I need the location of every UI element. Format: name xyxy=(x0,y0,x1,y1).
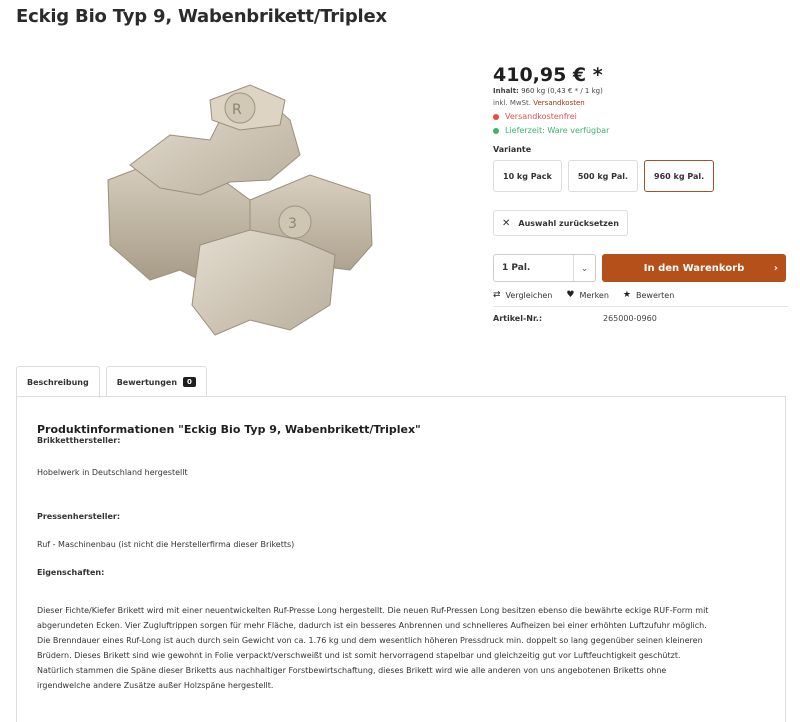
chevron-down-icon: ⌄ xyxy=(573,255,595,281)
variant-options: 10 kg Pack 500 kg Pal. 960 kg Pal. xyxy=(493,160,788,192)
properties-line: Brüdern. Dieses Brikett sind wie gewohnt… xyxy=(37,651,681,660)
review-label: Bewerten xyxy=(635,290,675,300)
shipping-status-label: Versandkostenfrei xyxy=(505,112,577,121)
reset-selection-label: Auswahl zurücksetzen xyxy=(518,218,619,228)
press-label: Pressenhersteller: xyxy=(37,512,121,521)
properties-label: Eigenschaften: xyxy=(37,568,105,577)
variant-label: Variante xyxy=(493,145,532,154)
maker-value: Hobelwerk in Deutschland hergestellt xyxy=(37,468,188,477)
delivery-status-label: Lieferzeit: Ware verfügbar xyxy=(505,126,610,135)
red-dot-icon xyxy=(493,113,499,120)
review-link[interactable]: ★ Bewerten xyxy=(623,290,674,300)
press-value: Ruf - Maschinenbau (ist nicht die Herste… xyxy=(37,540,295,549)
briquette-illustration: 3 R xyxy=(107,84,373,336)
properties-line: Dieser Fichte/Kiefer Brikett wird mit ei… xyxy=(37,606,709,615)
star-icon: ★ xyxy=(622,290,631,300)
cart-row: 1 Pal. ⌄ In den Warenkorb › xyxy=(493,254,788,282)
wishlist-label: Merken xyxy=(579,290,609,300)
reset-selection-button[interactable]: ✕ Auswahl zurücksetzen xyxy=(493,210,628,236)
reviews-count-badge: 0 xyxy=(183,377,196,387)
quantity-value: 1 Pal. xyxy=(502,263,531,273)
compare-link[interactable]: ⇄ Vergleichen xyxy=(493,290,552,300)
properties-line: irgendwelche andere Zusätze außer Holzsp… xyxy=(37,681,274,690)
properties-line: Die Brenndauer eines Ruf-Long ist auch d… xyxy=(37,636,703,645)
heart-icon: ♥ xyxy=(566,290,575,300)
description-panel: Produktinformationen "Eckig Bio Typ 9, W… xyxy=(16,396,786,722)
quantity-select[interactable]: 1 Pal. ⌄ xyxy=(493,254,596,282)
shipping-costs-link[interactable]: Versandkosten xyxy=(533,99,584,107)
tab-bar: Beschreibung Bewertungen 0 xyxy=(16,366,207,398)
tax-info: inkl. MwSt. Versandkosten xyxy=(493,99,788,107)
properties-line: Natürlich stammen die Späne dieser Brike… xyxy=(37,666,667,675)
tab-description[interactable]: Beschreibung xyxy=(16,366,100,398)
content-value: 960 kg (0,43 € * / 1 kg) xyxy=(521,87,603,95)
buy-box: 410,95 € * Inhalt: 960 kg (0,43 € * / 1 … xyxy=(493,64,788,323)
article-number-value: 265000-0960 xyxy=(603,314,657,323)
variant-option-10kg[interactable]: 10 kg Pack xyxy=(493,160,562,192)
close-icon: ✕ xyxy=(502,217,511,229)
maker-label: Brikketthersteller: xyxy=(37,436,121,445)
delivery-status: Lieferzeit: Ware verfügbar xyxy=(493,126,788,135)
price: 410,95 € * xyxy=(493,64,603,86)
page-title: Eckig Bio Typ 9, Wabenbrikett/Triplex xyxy=(16,6,387,27)
compare-icon: ⇄ xyxy=(493,290,501,300)
product-image[interactable]: 3 R xyxy=(100,70,380,345)
tab-reviews-label: Bewertungen xyxy=(116,377,178,387)
tax-prefix: inkl. MwSt. xyxy=(493,99,532,107)
variant-option-500kg[interactable]: 500 kg Pal. xyxy=(567,160,639,192)
add-to-cart-button[interactable]: In den Warenkorb › xyxy=(602,254,786,282)
chevron-right-icon: › xyxy=(773,262,778,274)
variant-option-960kg[interactable]: 960 kg Pal. xyxy=(644,160,715,192)
product-actions: ⇄ Vergleichen ♥ Merken ★ Bewerten xyxy=(493,290,788,300)
description-heading: Produktinformationen "Eckig Bio Typ 9, W… xyxy=(37,423,421,436)
article-number-label: Artikel-Nr.: xyxy=(493,314,543,323)
shipping-status: Versandkostenfrei xyxy=(493,112,788,121)
green-dot-icon xyxy=(493,127,499,134)
wishlist-link[interactable]: ♥ Merken xyxy=(566,290,609,300)
content-label: Inhalt: xyxy=(493,87,519,95)
properties-line: abgerundeten Ecken. Vier Zugluftrippen s… xyxy=(37,621,707,630)
compare-label: Vergleichen xyxy=(505,290,553,300)
divider xyxy=(493,306,788,307)
svg-text:R: R xyxy=(232,102,242,118)
svg-text:3: 3 xyxy=(288,216,297,232)
properties-text: Dieser Fichte/Kiefer Brikett wird mit ei… xyxy=(37,603,765,693)
tab-reviews[interactable]: Bewertungen 0 xyxy=(105,366,207,397)
content-info: Inhalt: 960 kg (0,43 € * / 1 kg) xyxy=(493,87,788,95)
add-to-cart-label: In den Warenkorb xyxy=(643,262,745,274)
article-number: Artikel-Nr.: 265000-0960 xyxy=(493,314,788,323)
